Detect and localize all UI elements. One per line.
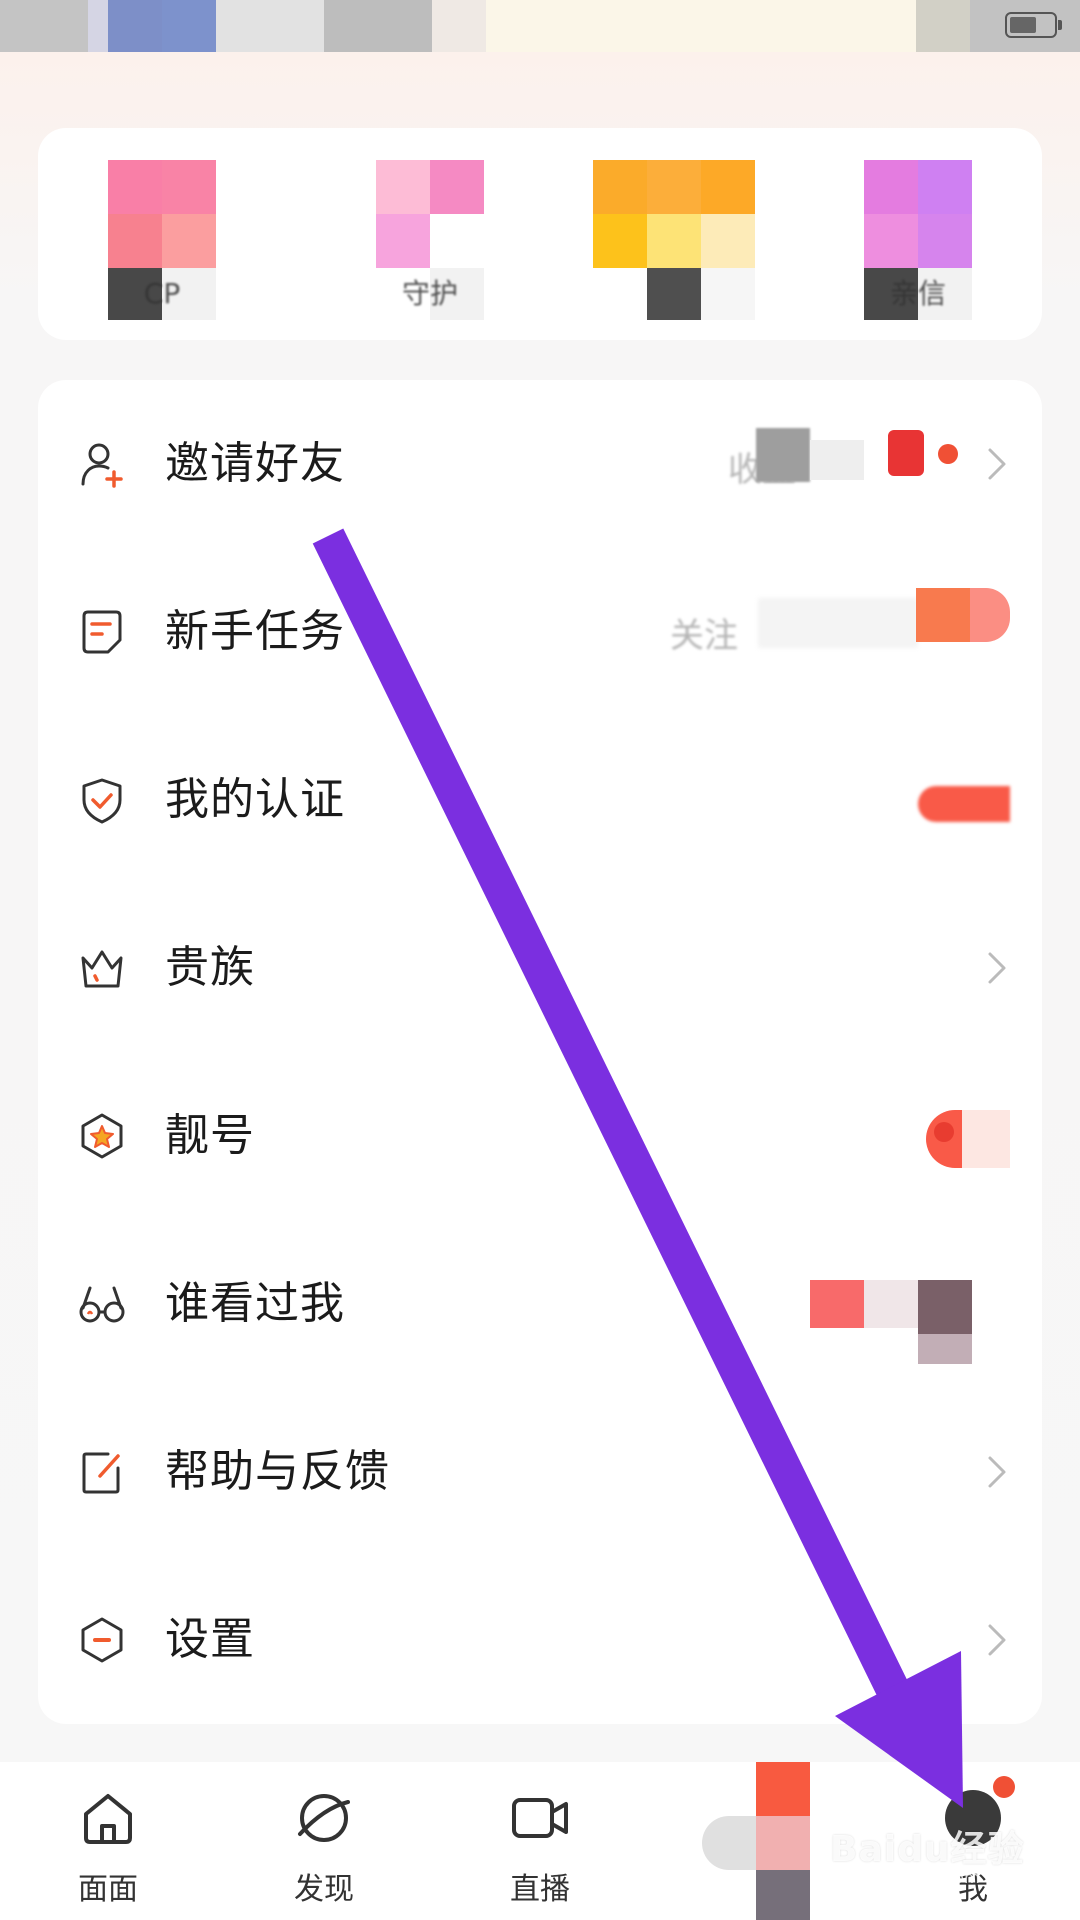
menu-item-label: 设置	[165, 1614, 255, 1665]
star-badge-icon	[81, 1113, 123, 1159]
nav-live[interactable]: 直播	[470, 1762, 610, 1920]
settings-hexagon-icon	[81, 1617, 123, 1663]
feature-guard[interactable]: 守护	[376, 160, 484, 320]
feature-gift[interactable]	[593, 160, 755, 320]
notification-dot	[934, 1122, 954, 1142]
notification-dot	[938, 444, 958, 464]
menu-item-help-feedback[interactable]: 帮助与反馈	[38, 1388, 1042, 1556]
menu-item-newbie-tasks[interactable]: 新手任务 关注	[38, 548, 1042, 716]
menu-item-label: 靓号	[165, 1110, 255, 1161]
task-note-icon	[82, 610, 122, 654]
feature-label: 亲信	[864, 268, 972, 320]
status-bar	[0, 0, 1080, 52]
nav-label: 发现	[294, 1872, 354, 1907]
add-user-icon	[81, 443, 123, 488]
menu-item-label: 我的认证	[165, 774, 345, 825]
menu-item-nobility[interactable]: 贵族	[38, 884, 1042, 1052]
watermark-subtext: jingyan.baidu.com	[832, 1868, 980, 1887]
nav-label: 面面	[78, 1872, 138, 1907]
menu-item-label: 帮助与反馈	[165, 1446, 390, 1497]
glasses-icon	[79, 1286, 125, 1323]
chevron-right-icon	[988, 952, 1006, 984]
menu-item-my-certification[interactable]: 我的认证	[38, 716, 1042, 884]
nav-discover[interactable]: 发现	[254, 1762, 394, 1920]
battery-icon	[1005, 12, 1062, 38]
menu-item-label: 邀请好友	[165, 438, 345, 489]
edit-feedback-icon	[82, 1452, 120, 1494]
menu-item-vanity-number[interactable]: 靓号	[38, 1052, 1042, 1220]
shield-check-icon	[82, 778, 122, 824]
feature-confidant[interactable]: 亲信	[864, 160, 972, 320]
menu-item-extra: 关注	[670, 616, 738, 656]
menu-item-label: 贵族	[165, 942, 255, 993]
feature-cp[interactable]: CP	[108, 160, 216, 320]
menu-item-label: 新手任务	[165, 606, 345, 657]
menu-item-label: 谁看过我	[165, 1278, 345, 1329]
menu-item-invite-friends[interactable]: 邀请好友 收益	[38, 380, 1042, 548]
notification-dot	[993, 1776, 1015, 1798]
video-icon	[512, 1798, 568, 1838]
chevron-right-icon	[988, 1456, 1006, 1488]
nav-label: 直播	[510, 1872, 570, 1907]
nav-home[interactable]: 面面	[38, 1762, 178, 1920]
menu-item-who-viewed-me[interactable]: 谁看过我	[38, 1220, 1042, 1388]
menu-item-settings[interactable]: 设置	[38, 1556, 1042, 1724]
home-icon	[84, 1794, 132, 1844]
nav-center-avatar[interactable]	[700, 1762, 830, 1920]
feature-label: CP	[108, 268, 216, 320]
crown-icon	[81, 950, 123, 988]
chevron-right-icon	[988, 1624, 1006, 1656]
feature-label: 守护	[376, 268, 484, 320]
chevron-right-icon	[988, 448, 1006, 480]
planet-icon	[298, 1794, 350, 1842]
watermark-text: Baidu经验	[830, 1829, 1025, 1870]
center-avatar-icon	[756, 1762, 810, 1816]
red-packet-icon	[888, 430, 924, 476]
